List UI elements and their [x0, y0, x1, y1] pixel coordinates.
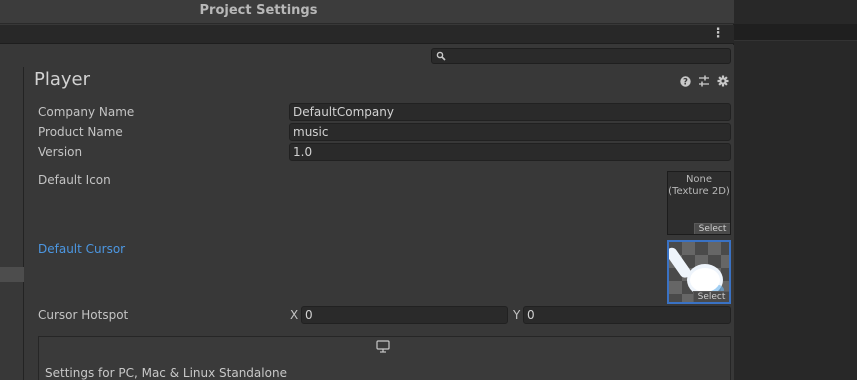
window-title: Project Settings [199, 3, 318, 18]
company-name-field[interactable]: DefaultCompany [289, 103, 731, 121]
project-settings-window: Project Settings ⋮ Player ? Company Name… [0, 0, 734, 380]
default-icon-select-button[interactable]: Select [694, 223, 730, 234]
cursor-hotspot-label: Cursor Hotspot [38, 308, 129, 322]
window-toolbar: ⋮ [0, 25, 734, 44]
platform-settings-label: Settings for PC, Mac & Linux Standalone [45, 366, 287, 380]
background-panel [734, 0, 857, 380]
product-name-field[interactable]: music [289, 123, 731, 141]
hotspot-x-label: X [290, 308, 299, 322]
hotspot-y-field[interactable]: 0 [523, 306, 731, 324]
hotspot-x-field[interactable]: 0 [301, 306, 508, 324]
texture-slot-text: None (Texture 2D) [668, 174, 730, 197]
player-settings-panel: Player ? Company Name DefaultCompany Pro… [25, 67, 734, 380]
version-label: Version [38, 145, 83, 159]
header-icons: ? [678, 74, 730, 88]
company-name-label: Company Name [38, 105, 135, 119]
default-cursor-slot[interactable]: Select [667, 240, 731, 304]
monitor-icon[interactable] [376, 340, 390, 353]
search-icon [436, 51, 446, 61]
version-field[interactable]: 1.0 [289, 143, 731, 161]
background-toolbar [734, 24, 857, 41]
hotspot-y-label: Y [513, 308, 521, 322]
platform-settings-box: Settings for PC, Mac & Linux Standalone [38, 336, 731, 380]
svg-text:?: ? [683, 77, 688, 86]
search-row [0, 45, 734, 67]
help-icon[interactable]: ? [678, 74, 692, 88]
page-title: Player [34, 69, 91, 90]
product-name-label: Product Name [38, 125, 123, 139]
default-icon-label: Default Icon [38, 173, 111, 187]
window-titlebar[interactable]: Project Settings [0, 0, 734, 24]
settings-sidebar [0, 67, 24, 380]
kebab-menu-icon[interactable]: ⋮ [711, 26, 725, 42]
default-icon-slot[interactable]: None (Texture 2D) Select [667, 171, 731, 235]
sliders-icon[interactable] [697, 74, 711, 88]
default-cursor-select-button[interactable]: Select [693, 291, 729, 302]
search-input[interactable] [431, 48, 731, 64]
gear-icon[interactable] [716, 74, 730, 88]
sidebar-item-player[interactable] [0, 267, 24, 282]
default-cursor-label: Default Cursor [38, 242, 126, 256]
